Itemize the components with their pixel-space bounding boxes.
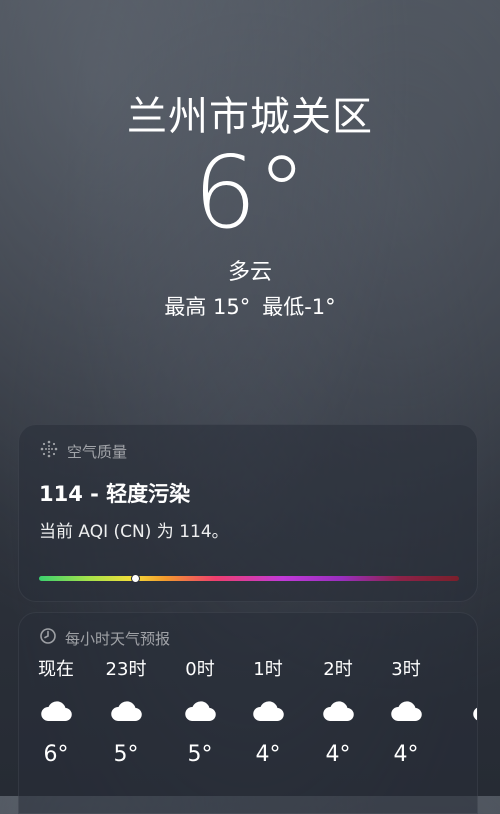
cloud-icon: [377, 685, 435, 737]
hourly-temperature: 6°: [43, 742, 69, 767]
hourly-time: 3时: [391, 659, 421, 680]
cloud-icon: [171, 685, 229, 737]
hourly-item: 3时 4°: [377, 655, 435, 773]
air-quality-header: 空气质量: [39, 439, 127, 463]
hourly-temperature: 5°: [187, 742, 213, 767]
cloud-icon: [239, 685, 297, 737]
hourly-item: 43: [459, 655, 477, 773]
hourly-item: 2时 4°: [309, 655, 367, 773]
hourly-item: 现在 6°: [27, 655, 85, 773]
cloud-icon: [309, 685, 367, 737]
hourly-forecast-card[interactable]: 每小时天气预报 现在6°23时5°0时5°1时4°2时4°3时4°43: [18, 612, 478, 814]
hourly-item: 1时 4°: [239, 655, 297, 773]
aqi-gradient-bar: [39, 574, 459, 583]
hourly-time: 2时: [323, 659, 353, 680]
hourly-forecast-list[interactable]: 现在6°23时5°0时5°1时4°2时4°3时4°43: [19, 655, 477, 805]
hourly-temperature: 3: [459, 737, 477, 773]
aqi-description: 当前 AQI (CN) 为 114。: [39, 522, 229, 542]
high-low-temperature: 最高 15° 最低-1°: [0, 291, 500, 321]
weather-condition: 多云: [227, 260, 272, 285]
cloud-icon: [459, 685, 477, 737]
high-temperature: 最高 15°: [164, 295, 251, 319]
hourly-time: 4: [459, 655, 477, 685]
hourly-time: 现在: [38, 659, 74, 680]
air-quality-card[interactable]: 空气质量 114 - 轻度污染 当前 AQI (CN) 为 114。: [18, 424, 478, 602]
hourly-forecast-header: 每小时天气预报: [39, 627, 170, 649]
clock-icon: [39, 627, 57, 649]
hourly-item: 0时 5°: [171, 655, 229, 773]
hourly-item: 23时 5°: [97, 655, 155, 773]
aqi-indicator-dot: [131, 574, 141, 583]
air-quality-header-label: 空气质量: [67, 442, 128, 461]
aqi-title: 114 - 轻度污染: [39, 482, 191, 506]
cloud-icon: [97, 685, 155, 737]
current-temperature: 6°: [193, 134, 307, 251]
cloud-icon: [27, 685, 85, 737]
hourly-time: 1时: [253, 659, 283, 680]
hourly-temperature: 4°: [393, 742, 419, 767]
hourly-temperature: 4°: [255, 742, 281, 767]
air-quality-icon: [39, 439, 59, 463]
hourly-time: 23时: [105, 659, 147, 680]
hourly-time: 0时: [185, 659, 215, 680]
hourly-forecast-header-label: 每小时天气预报: [65, 629, 171, 648]
hourly-temperature: 5°: [113, 742, 139, 767]
hourly-temperature: 4°: [325, 742, 351, 767]
low-temperature: 最低-1°: [262, 295, 336, 319]
